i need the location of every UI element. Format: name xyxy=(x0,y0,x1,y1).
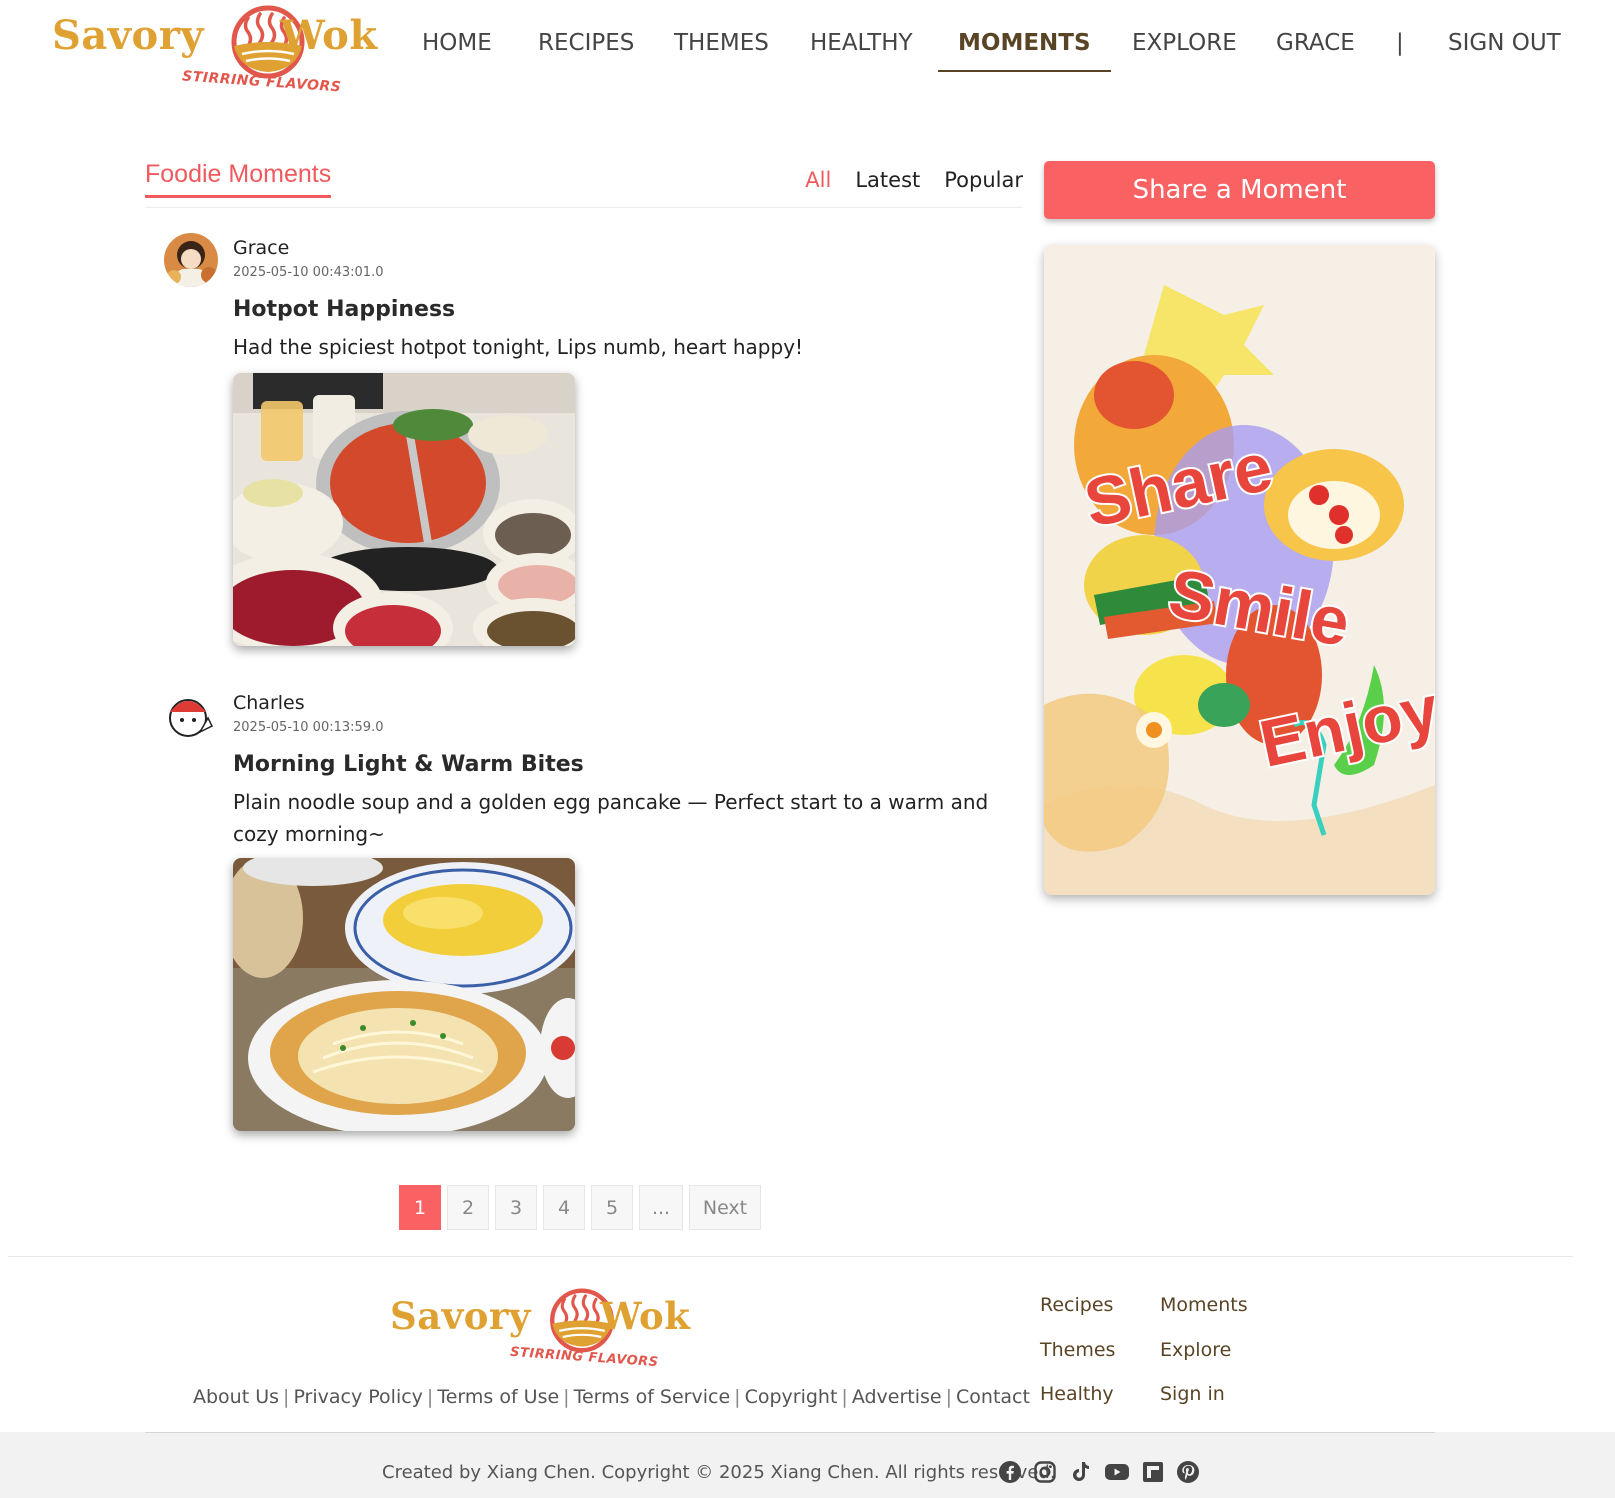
post-author[interactable]: Grace xyxy=(233,237,289,259)
logo-word-savory: Savory xyxy=(52,12,205,59)
page-4[interactable]: 4 xyxy=(543,1185,585,1230)
post-body: Had the spiciest hotpot tonight, Lips nu… xyxy=(233,335,804,359)
footer-link-contact[interactable]: Contact xyxy=(956,1386,1030,1408)
nav-healthy[interactable]: HEALTHY xyxy=(810,30,913,70)
moment-post: Grace 2025-05-10 00:43:01.0 Hotpot Happi… xyxy=(164,233,1024,653)
page-1[interactable]: 1 xyxy=(399,1185,441,1230)
moments-poster: Share Smile Enjoy xyxy=(1044,245,1435,895)
footer-logo[interactable]: Savory Wok STIRRING FLAVORS xyxy=(390,1286,690,1376)
footer-link-advertise[interactable]: Advertise xyxy=(852,1386,942,1408)
instagram-icon[interactable] xyxy=(1033,1460,1057,1484)
page-5[interactable]: 5 xyxy=(591,1185,633,1230)
footer-nav-recipes[interactable]: Recipes xyxy=(1040,1294,1113,1316)
facebook-icon[interactable] xyxy=(998,1460,1022,1484)
footer-nav-healthy[interactable]: Healthy xyxy=(1040,1383,1114,1405)
tiktok-icon[interactable] xyxy=(1068,1460,1092,1484)
share-moment-button[interactable]: Share a Moment xyxy=(1044,161,1435,219)
page-ellipsis[interactable]: ... xyxy=(639,1185,683,1230)
logo-word-wok: Wok xyxy=(280,12,378,59)
nav-home[interactable]: HOME xyxy=(422,30,492,70)
post-title[interactable]: Morning Light & Warm Bites xyxy=(233,752,584,777)
next-page-button[interactable]: Next xyxy=(689,1185,761,1230)
footer-nav-signin[interactable]: Sign in xyxy=(1160,1383,1225,1405)
moment-post: Charles 2025-05-10 00:13:59.0 Morning Li… xyxy=(164,688,1024,1138)
nav-moments[interactable]: MOMENTS xyxy=(938,30,1111,72)
footer-nav-themes[interactable]: Themes xyxy=(1040,1339,1115,1361)
nav-grace[interactable]: GRACE xyxy=(1276,30,1355,70)
feed-header: Foodie Moments All Latest Popular xyxy=(145,158,1023,208)
feed-filters: All Latest Popular xyxy=(781,168,1023,192)
copyright-text: Created by Xiang Chen. Copyright © 2025 … xyxy=(382,1462,1056,1483)
footer-links: About Us | Privacy Policy | Terms of Use | Ter… xyxy=(193,1386,1030,1408)
flipboard-icon[interactable] xyxy=(1141,1460,1165,1484)
footer-link-terms-service[interactable]: Terms of Service xyxy=(574,1386,731,1408)
footer-link-terms-use[interactable]: Terms of Use xyxy=(437,1386,559,1408)
post-timestamp: 2025-05-10 00:13:59.0 xyxy=(233,720,384,735)
filter-all[interactable]: All xyxy=(805,168,831,192)
avatar[interactable] xyxy=(164,688,218,742)
nav-themes[interactable]: THEMES xyxy=(674,30,769,70)
site-logo[interactable]: Savory Wok STIRRING FLAVORS xyxy=(52,4,377,100)
nav-recipes[interactable]: RECIPES xyxy=(538,30,634,70)
logo-word-savory: Savory xyxy=(390,1294,531,1338)
footer-link-privacy[interactable]: Privacy Policy xyxy=(293,1386,422,1408)
logo-word-wok: Wok xyxy=(600,1294,691,1338)
post-timestamp: 2025-05-10 00:43:01.0 xyxy=(233,265,384,280)
nav-explore[interactable]: EXPLORE xyxy=(1132,30,1237,70)
post-title[interactable]: Hotpot Happiness xyxy=(233,297,455,322)
nav-separator: | xyxy=(1396,30,1404,56)
post-photo-hotpot[interactable] xyxy=(233,373,575,646)
feed-title: Foodie Moments xyxy=(145,160,332,198)
nav-signout[interactable]: SIGN OUT xyxy=(1448,30,1561,70)
post-photo-noodles[interactable] xyxy=(233,858,575,1131)
post-body: Plain noodle soup and a golden egg panca… xyxy=(233,790,989,846)
filter-popular[interactable]: Popular xyxy=(944,168,1023,192)
footer-nav-explore[interactable]: Explore xyxy=(1160,1339,1231,1361)
youtube-icon[interactable] xyxy=(1104,1460,1130,1484)
page-2[interactable]: 2 xyxy=(447,1185,489,1230)
footer-bottom-divider xyxy=(145,1432,1435,1433)
footer-divider xyxy=(8,1256,1573,1257)
footer-nav-moments[interactable]: Moments xyxy=(1160,1294,1248,1316)
footer-link-about[interactable]: About Us xyxy=(193,1386,279,1408)
page-3[interactable]: 3 xyxy=(495,1185,537,1230)
post-author[interactable]: Charles xyxy=(233,692,305,714)
pinterest-icon[interactable] xyxy=(1176,1460,1200,1484)
footer-bottom-bar: Created by Xiang Chen. Copyright © 2025 … xyxy=(0,1432,1615,1498)
avatar[interactable] xyxy=(164,233,218,287)
footer-link-copyright[interactable]: Copyright xyxy=(745,1386,838,1408)
filter-latest[interactable]: Latest xyxy=(855,168,920,192)
